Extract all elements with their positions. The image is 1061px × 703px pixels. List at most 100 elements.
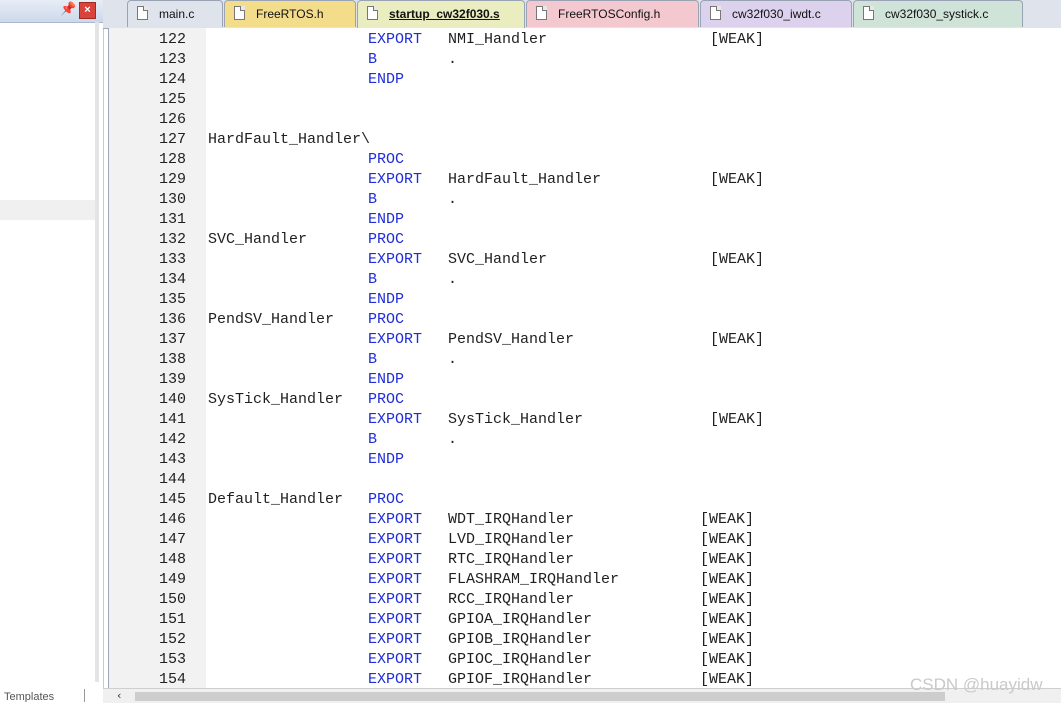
panel-selected-row[interactable] bbox=[0, 200, 98, 220]
code-operand: . bbox=[448, 191, 458, 208]
line-number: 143 bbox=[158, 451, 186, 468]
line-number: 153 bbox=[158, 651, 186, 668]
code-line[interactable]: 126 bbox=[109, 110, 1061, 130]
tab-freertosconfig-h[interactable]: FreeRTOSConfig.h bbox=[526, 0, 699, 27]
project-panel: 📌 × Templates bbox=[0, 0, 104, 702]
line-number: 152 bbox=[158, 631, 186, 648]
code-operand: GPIOC_IRQHandler bbox=[448, 651, 593, 668]
arrow-left-icon[interactable]: ‹ bbox=[117, 689, 121, 703]
code-line[interactable]: 129 EXPORT HardFault_Handler [WEAK] bbox=[109, 170, 1061, 190]
code-line[interactable]: 134 B. bbox=[109, 270, 1061, 290]
code-operand: . bbox=[448, 351, 458, 368]
line-number: 135 bbox=[158, 291, 186, 308]
code-line[interactable]: 137 EXPORT PendSV_Handler [WEAK] bbox=[109, 330, 1061, 350]
line-number: 123 bbox=[158, 51, 186, 68]
code-line[interactable]: 131 ENDP bbox=[109, 210, 1061, 230]
code-keyword: B bbox=[368, 431, 378, 448]
code-keyword: ENDP bbox=[368, 291, 405, 308]
file-icon bbox=[367, 6, 378, 20]
code-keyword: PROC bbox=[368, 491, 405, 508]
line-number: 132 bbox=[158, 231, 186, 248]
code-line[interactable]: 148 EXPORT RTC_IRQHandler [WEAK] bbox=[109, 550, 1061, 570]
code-line[interactable]: 147 EXPORT LVD_IRQHandler [WEAK] bbox=[109, 530, 1061, 550]
line-number: 140 bbox=[158, 391, 186, 408]
code-line[interactable]: 151 EXPORT GPIOA_IRQHandler [WEAK] bbox=[109, 610, 1061, 630]
code-attribute: [WEAK] bbox=[710, 251, 765, 268]
code-keyword: EXPORT bbox=[368, 411, 423, 428]
code-line[interactable]: 139 ENDP bbox=[109, 370, 1061, 390]
tab-main-c[interactable]: main.c bbox=[127, 0, 223, 27]
code-line[interactable]: 150 EXPORT RCC_IRQHandler [WEAK] bbox=[109, 590, 1061, 610]
code-line[interactable]: 132 SVC_Handler PROC bbox=[109, 230, 1061, 250]
code-attribute: [WEAK] bbox=[700, 651, 755, 668]
code-attribute: [WEAK] bbox=[700, 611, 755, 628]
line-number: 127 bbox=[158, 131, 186, 148]
code-keyword: EXPORT bbox=[368, 671, 423, 688]
code-operand: . bbox=[448, 271, 458, 288]
code-keyword: ENDP bbox=[368, 451, 405, 468]
watermark: CSDN @huayidw bbox=[910, 675, 1043, 694]
code-line[interactable]: 146 EXPORT WDT_IRQHandler [WEAK] bbox=[109, 510, 1061, 530]
code-keyword: PROC bbox=[368, 391, 405, 408]
line-number: 145 bbox=[158, 491, 186, 508]
code-line[interactable]: 141 EXPORT SysTick_Handler [WEAK] bbox=[109, 410, 1061, 430]
code-operand: GPIOA_IRQHandler bbox=[448, 611, 593, 628]
tab-label: main.c bbox=[159, 7, 195, 21]
tab-freertos-h[interactable]: FreeRTOS.h bbox=[224, 0, 356, 27]
line-number: 141 bbox=[158, 411, 186, 428]
templates-tab[interactable]: Templates bbox=[0, 689, 85, 702]
code-operand: NMI_Handler bbox=[448, 31, 548, 48]
file-icon bbox=[863, 6, 874, 20]
code-editor[interactable]: 122 EXPORT NMI_Handler [WEAK] 123 B. 124 ENDP 12… bbox=[108, 28, 1061, 688]
line-number: 146 bbox=[158, 511, 186, 528]
code-line[interactable]: 125 bbox=[109, 90, 1061, 110]
code-keyword: B bbox=[368, 351, 378, 368]
code-line[interactable]: 128 PROC bbox=[109, 150, 1061, 170]
code-line[interactable]: 153 EXPORT GPIOC_IRQHandler [WEAK] bbox=[109, 650, 1061, 670]
code-operand: HardFault_Handler bbox=[448, 171, 602, 188]
panel-scrollbar[interactable] bbox=[95, 22, 99, 682]
tab-label: FreeRTOSConfig.h bbox=[558, 7, 661, 21]
scrollbar-thumb[interactable] bbox=[135, 692, 945, 701]
code-line[interactable]: 135 ENDP bbox=[109, 290, 1061, 310]
code-operand: PendSV_Handler bbox=[448, 331, 575, 348]
code-line[interactable]: 122 EXPORT NMI_Handler [WEAK] bbox=[109, 30, 1061, 50]
code-keyword: PROC bbox=[368, 311, 405, 328]
code-line[interactable]: 140 SysTick_Handler PROC bbox=[109, 390, 1061, 410]
code-line[interactable]: 133 EXPORT SVC_Handler [WEAK] bbox=[109, 250, 1061, 270]
code-line[interactable]: 136 PendSV_Handler PROC bbox=[109, 310, 1061, 330]
code-attribute: [WEAK] bbox=[710, 411, 765, 428]
code-operand: RCC_IRQHandler bbox=[448, 591, 575, 608]
line-number: 139 bbox=[158, 371, 186, 388]
code-line[interactable]: 144 bbox=[109, 470, 1061, 490]
code-keyword: EXPORT bbox=[368, 591, 423, 608]
code-line[interactable]: 130 B. bbox=[109, 190, 1061, 210]
code-line[interactable]: 142 B. bbox=[109, 430, 1061, 450]
line-number: 124 bbox=[158, 71, 186, 88]
code-line[interactable]: 123 B. bbox=[109, 50, 1061, 70]
code-line[interactable]: 124 ENDP bbox=[109, 70, 1061, 90]
line-number: 142 bbox=[158, 431, 186, 448]
line-number: 154 bbox=[158, 671, 186, 688]
code-label: SysTick_Handler bbox=[208, 391, 344, 408]
code-line[interactable]: 149 EXPORT FLASHRAM_IRQHandler [WEAK] bbox=[109, 570, 1061, 590]
tab-cw32f030-systick-c[interactable]: cw32f030_systick.c bbox=[853, 0, 1023, 27]
code-line[interactable]: 145 Default_Handler PROC bbox=[109, 490, 1061, 510]
code-attribute: [WEAK] bbox=[710, 331, 765, 348]
close-icon[interactable]: × bbox=[79, 2, 96, 19]
code-line[interactable]: 127 HardFault_Handler\ bbox=[109, 130, 1061, 150]
code-attribute: [WEAK] bbox=[710, 171, 765, 188]
code-operand: SVC_Handler bbox=[448, 251, 548, 268]
code-line[interactable]: 138 B. bbox=[109, 350, 1061, 370]
code-line[interactable]: 152 EXPORT GPIOB_IRQHandler [WEAK] bbox=[109, 630, 1061, 650]
code-line[interactable]: 143 ENDP bbox=[109, 450, 1061, 470]
line-number: 138 bbox=[158, 351, 186, 368]
code-attribute: [WEAK] bbox=[700, 671, 755, 688]
code-keyword: ENDP bbox=[368, 211, 405, 228]
line-number: 136 bbox=[158, 311, 186, 328]
code-keyword: EXPORT bbox=[368, 651, 423, 668]
tab-cw32f030-iwdt-c[interactable]: cw32f030_iwdt.c bbox=[700, 0, 852, 27]
tab-startup-cw32f030-s[interactable]: startup_cw32f030.s bbox=[357, 0, 525, 28]
code-keyword: EXPORT bbox=[368, 611, 423, 628]
pin-icon[interactable]: 📌 bbox=[60, 2, 76, 17]
